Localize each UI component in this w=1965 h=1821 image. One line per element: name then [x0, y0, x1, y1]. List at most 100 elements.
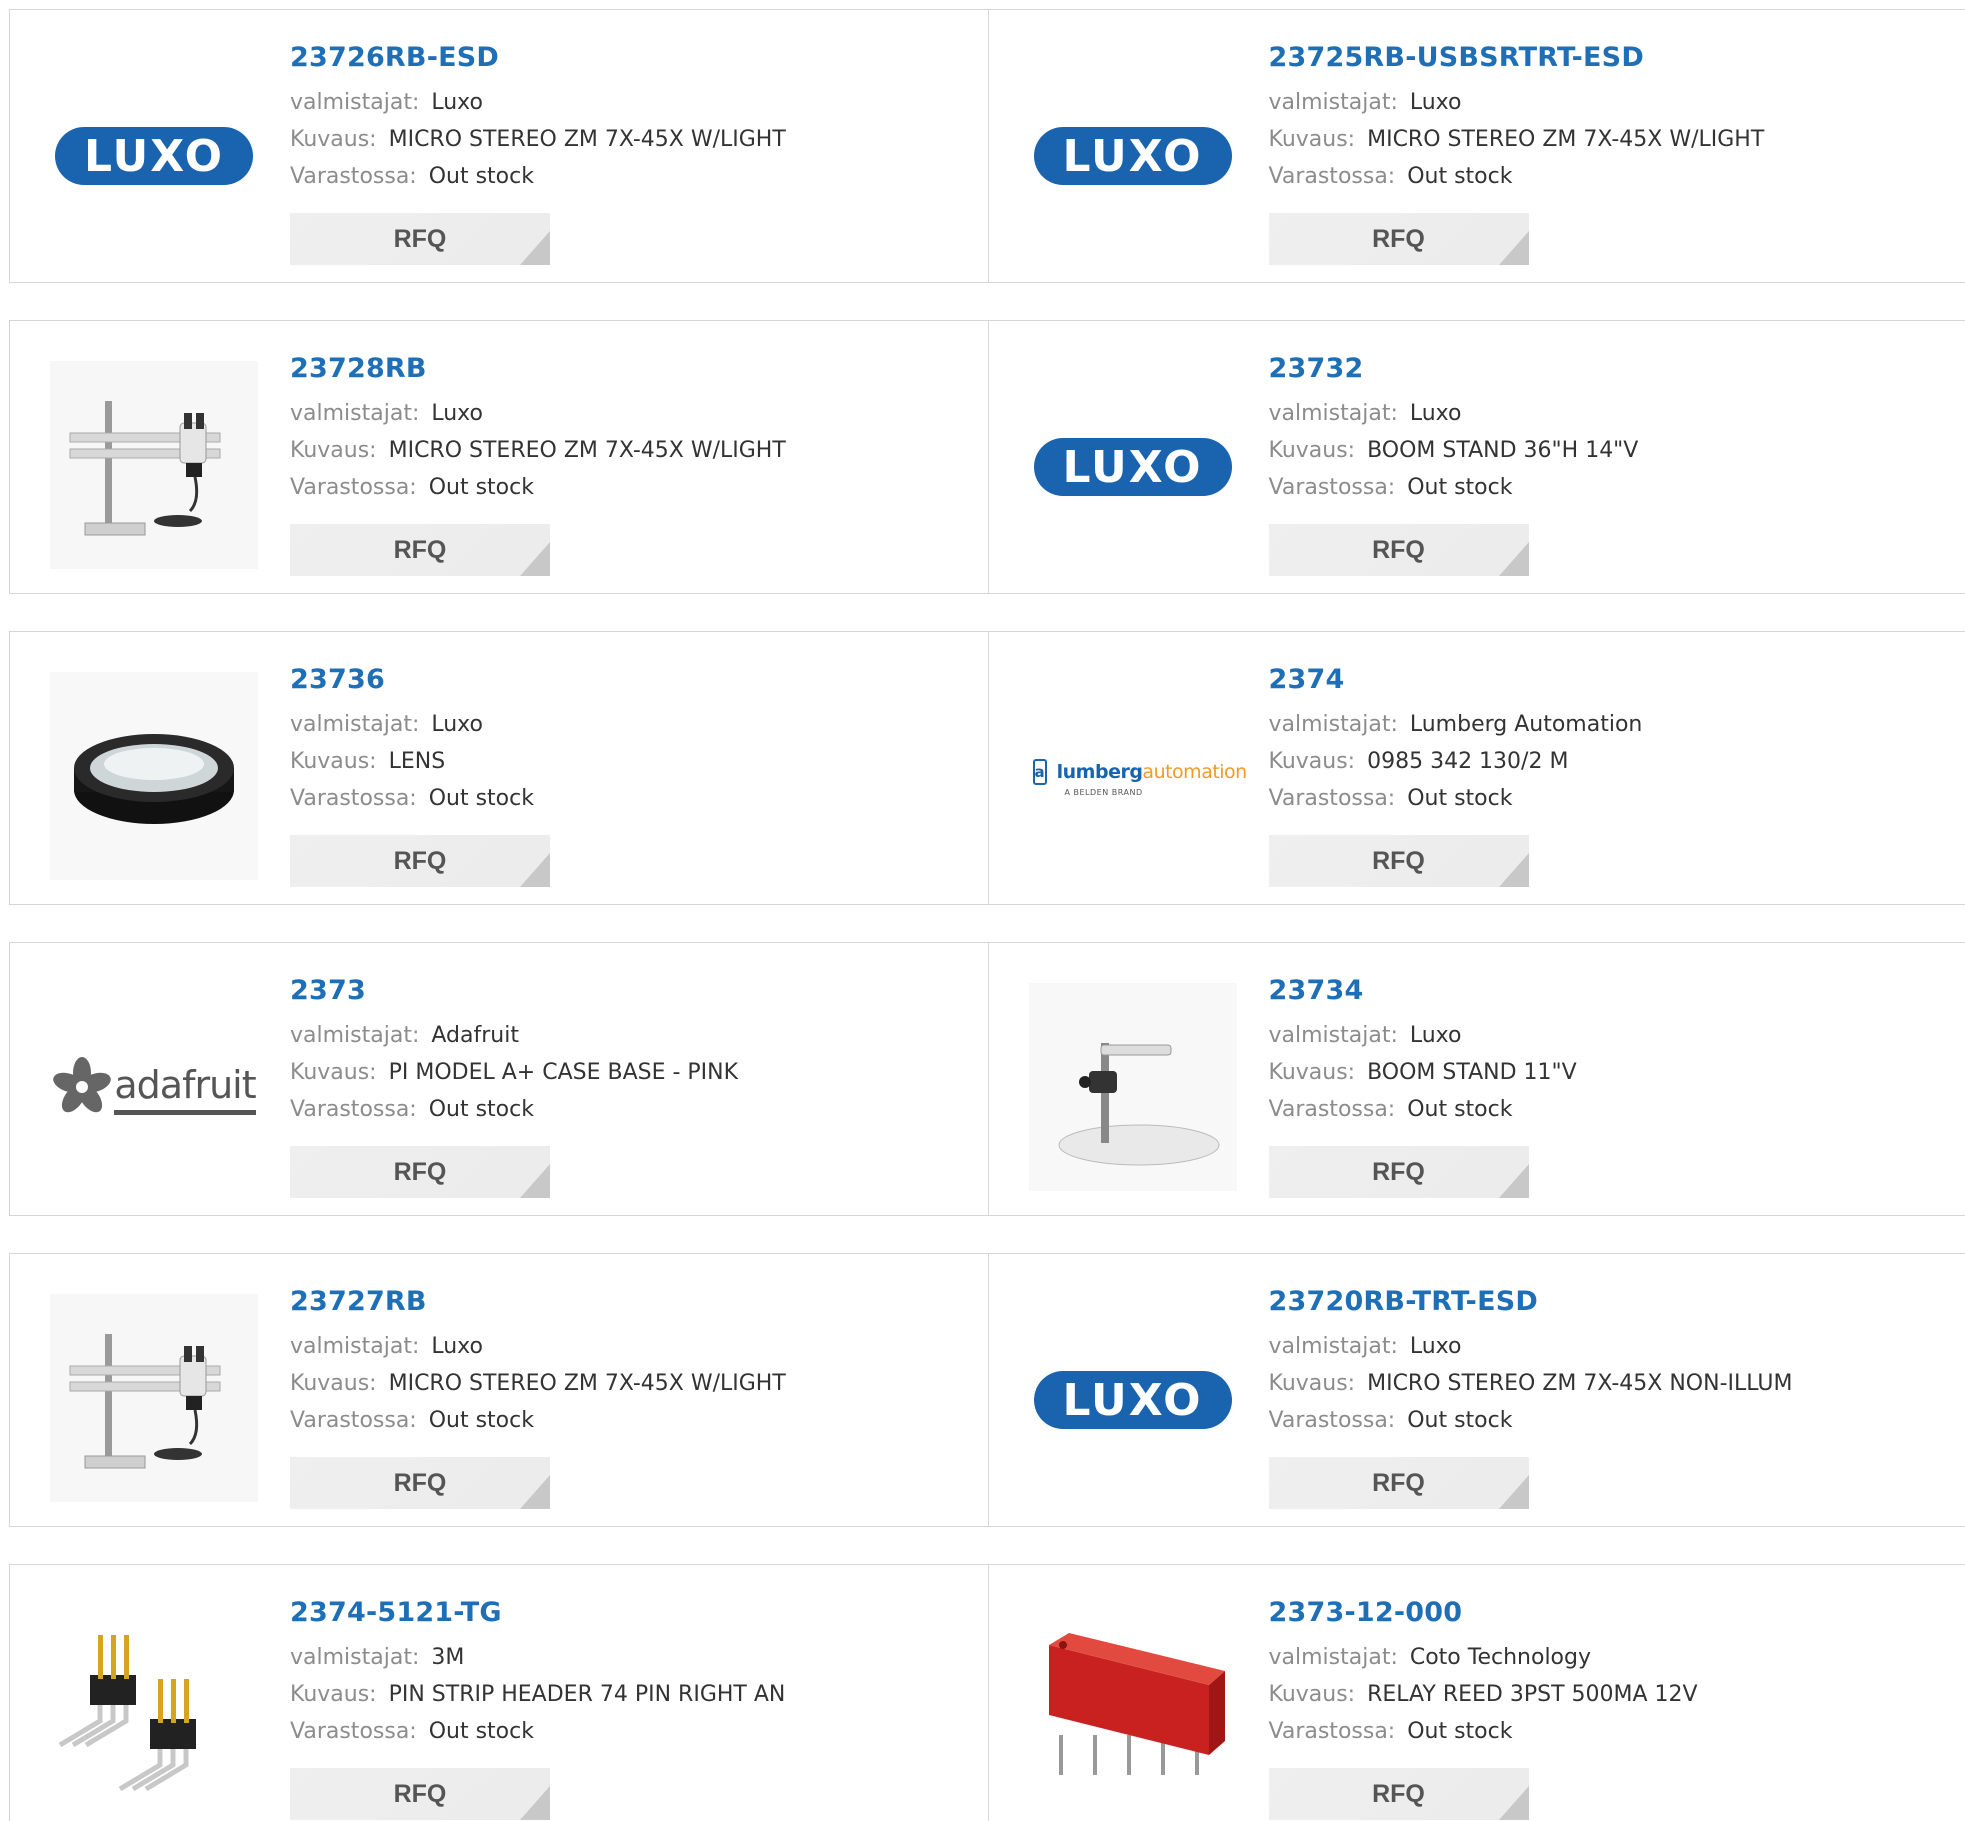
- part-number-link[interactable]: 23734: [1269, 973, 1364, 1009]
- description-row: Kuvaus: LENS: [290, 743, 968, 780]
- rfq-button[interactable]: RFQ: [1268, 1768, 1529, 1820]
- product-image[interactable]: LUXO: [1029, 363, 1237, 571]
- description-value: RELAY REED 3PST 500MA 12V: [1367, 1682, 1698, 1707]
- product-card: LUXO 23720RB-TRT-ESD valmistajat: Luxo Ku…: [987, 1254, 1965, 1526]
- product-card: 23727RB valmistajat: Luxo Kuvaus: MICRO ST…: [10, 1254, 988, 1526]
- description-label: Kuvaus:: [290, 1060, 377, 1085]
- rfq-corner-decoration: [1498, 1475, 1529, 1509]
- manufacturer-label: valmistajat:: [290, 401, 420, 426]
- manufacturer-label: valmistajat:: [1268, 90, 1398, 115]
- rfq-button[interactable]: RFQ: [1268, 524, 1529, 576]
- part-number-link[interactable]: 2373: [290, 973, 366, 1009]
- product-info: 2373-12-000 valmistajat: Coto Technology …: [1269, 1595, 1946, 1750]
- rfq-button[interactable]: RFQ: [290, 1146, 550, 1198]
- manufacturer-value: Coto Technology: [1409, 1645, 1591, 1670]
- product-image[interactable]: [50, 1605, 258, 1815]
- belden-brand-text: A BELDEN BRAND: [1064, 788, 1143, 797]
- product-image[interactable]: [50, 1294, 258, 1504]
- description-row: Kuvaus: BOOM STAND 11"V: [1269, 1054, 1946, 1091]
- manufacturer-row: valmistajat: Luxo: [290, 706, 968, 743]
- rfq-label: RFQ: [393, 1157, 447, 1186]
- description-label: Kuvaus:: [1268, 127, 1356, 152]
- manufacturer-row: valmistajat: Luxo: [290, 84, 968, 121]
- part-number-link[interactable]: 23728RB: [290, 351, 427, 387]
- stock-row: Varastossa: Out stock: [1269, 1091, 1946, 1128]
- rfq-corner-decoration: [520, 1786, 550, 1820]
- stock-value: Out stock: [1407, 164, 1513, 189]
- product-card: 23734 valmistajat: Luxo Kuvaus: BOOM STAND…: [987, 943, 1965, 1215]
- product-row: 23728RB valmistajat: Luxo Kuvaus: MICRO ST…: [9, 320, 1965, 594]
- stock-label: Varastossa:: [1268, 1408, 1396, 1433]
- description-row: Kuvaus: MICRO STEREO ZM 7X-45X W/LIGHT: [1269, 121, 1946, 158]
- product-image[interactable]: adafruit: [50, 985, 258, 1193]
- description-value: MICRO STEREO ZM 7X-45X NON-ILLUM: [1367, 1371, 1793, 1396]
- stock-row: Varastossa: Out stock: [290, 780, 968, 817]
- product-card: LUXO 23732 valmistajat: Luxo Kuvaus: BOOM …: [987, 321, 1965, 593]
- stock-value: Out stock: [428, 475, 534, 500]
- manufacturer-row: valmistajat: Luxo: [1269, 1328, 1946, 1365]
- description-row: Kuvaus: MICRO STEREO ZM 7X-45X W/LIGHT: [290, 432, 968, 469]
- lumberg-word: lumberg: [1056, 761, 1143, 783]
- product-row: 2374-5121-TG valmistajat: 3M Kuvaus: PIN S…: [9, 1564, 1965, 1821]
- rfq-corner-decoration: [1498, 231, 1529, 265]
- stock-row: Varastossa: Out stock: [290, 1091, 968, 1128]
- product-info: 2374 valmistajat: Lumberg Automation Kuva…: [1269, 662, 1946, 817]
- product-image[interactable]: LUXO: [1029, 1296, 1237, 1504]
- rfq-button[interactable]: RFQ: [1268, 1146, 1529, 1198]
- stock-row: Varastossa: Out stock: [290, 1402, 968, 1439]
- stock-label: Varastossa:: [1268, 475, 1396, 500]
- stock-value: Out stock: [428, 164, 534, 189]
- description-label: Kuvaus:: [1268, 749, 1356, 774]
- rfq-label: RFQ: [1372, 535, 1425, 564]
- stock-value: Out stock: [428, 786, 534, 811]
- part-number-link[interactable]: 23720RB-TRT-ESD: [1269, 1284, 1539, 1320]
- description-label: Kuvaus:: [290, 749, 377, 774]
- product-image[interactable]: [50, 361, 258, 571]
- stock-row: Varastossa: Out stock: [1269, 780, 1946, 817]
- description-value: BOOM STAND 11"V: [1367, 1060, 1577, 1085]
- luxo-logo-text: LUXO: [1062, 130, 1203, 182]
- description-row: Kuvaus: MICRO STEREO ZM 7X-45X W/LIGHT: [290, 121, 968, 158]
- part-number-link[interactable]: 2374-5121-TG: [290, 1595, 502, 1631]
- part-number-link[interactable]: 2373-12-000: [1269, 1595, 1463, 1631]
- rfq-button[interactable]: RFQ: [290, 1768, 550, 1820]
- product-image[interactable]: [50, 672, 258, 882]
- rfq-button[interactable]: RFQ: [1268, 1457, 1529, 1509]
- rfq-button[interactable]: RFQ: [290, 1457, 550, 1509]
- rfq-corner-decoration: [520, 853, 550, 887]
- rfq-button[interactable]: RFQ: [1268, 213, 1529, 265]
- rfq-corner-decoration: [1498, 1164, 1529, 1198]
- stock-row: Varastossa: Out stock: [290, 158, 968, 195]
- product-image[interactable]: [1028, 1605, 1237, 1815]
- stock-label: Varastossa:: [1268, 1719, 1396, 1744]
- stock-value: Out stock: [428, 1408, 534, 1433]
- stock-value: Out stock: [1407, 1097, 1513, 1122]
- part-number-link[interactable]: 23727RB: [290, 1284, 427, 1320]
- product-image[interactable]: a lumbergautomation A BELDEN BRAND: [1029, 674, 1247, 882]
- rfq-button[interactable]: RFQ: [290, 835, 550, 887]
- product-image[interactable]: LUXO: [50, 52, 258, 260]
- stock-value: Out stock: [428, 1719, 534, 1744]
- description-label: Kuvaus:: [290, 1682, 377, 1707]
- rfq-label: RFQ: [1372, 1468, 1425, 1497]
- part-number-link[interactable]: 23736: [290, 662, 385, 698]
- part-number-link[interactable]: 2374: [1269, 662, 1345, 698]
- manufacturer-value: Luxo: [1409, 401, 1462, 426]
- description-row: Kuvaus: RELAY REED 3PST 500MA 12V: [1269, 1676, 1946, 1713]
- manufacturer-label: valmistajat:: [290, 1334, 420, 1359]
- part-number-link[interactable]: 23726RB-ESD: [290, 40, 499, 76]
- rfq-button[interactable]: RFQ: [1268, 835, 1529, 887]
- product-image[interactable]: [1028, 983, 1237, 1193]
- rfq-button[interactable]: RFQ: [290, 213, 550, 265]
- part-number-link[interactable]: 23725RB-USBSRTRT-ESD: [1269, 40, 1644, 76]
- rfq-label: RFQ: [393, 535, 447, 564]
- product-info: 23728RB valmistajat: Luxo Kuvaus: MICRO ST…: [290, 351, 968, 506]
- manufacturer-value: Luxo: [431, 401, 483, 426]
- luxo-logo: LUXO: [1033, 127, 1232, 185]
- rfq-button[interactable]: RFQ: [290, 524, 550, 576]
- product-image[interactable]: LUXO: [1029, 52, 1237, 260]
- stock-value: Out stock: [428, 1097, 534, 1122]
- luxo-logo: LUXO: [55, 127, 253, 185]
- part-number-link[interactable]: 23732: [1269, 351, 1364, 387]
- product-row: adafruit 2373 valmistajat: Adafruit Kuvau…: [9, 942, 1965, 1216]
